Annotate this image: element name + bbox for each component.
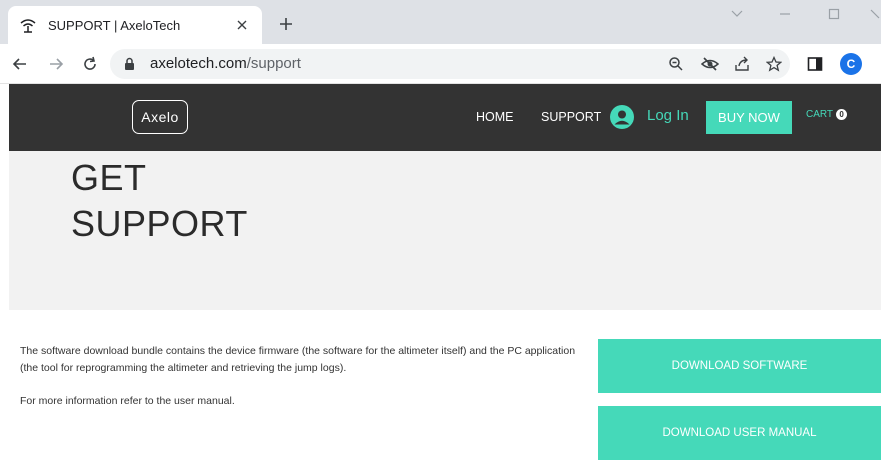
side-panel-icon[interactable] xyxy=(805,54,825,74)
maximize-window-icon[interactable] xyxy=(825,4,843,24)
profile-avatar[interactable]: C xyxy=(840,53,862,75)
user-account-icon[interactable] xyxy=(610,105,634,129)
close-tab-icon[interactable] xyxy=(232,15,252,35)
url-text: axelotech.com/support xyxy=(150,55,301,72)
nav-home-link[interactable]: HOME xyxy=(476,110,514,124)
wifi-signal-icon xyxy=(18,15,38,35)
minimize-window-icon[interactable] xyxy=(776,4,794,24)
login-link[interactable]: Log In xyxy=(647,107,689,124)
cart-label: CART xyxy=(806,109,834,120)
page-title: GET SUPPORT xyxy=(71,157,248,244)
chevron-down-icon[interactable] xyxy=(728,4,746,24)
back-button[interactable] xyxy=(8,52,32,76)
arrow-right-icon xyxy=(50,58,64,70)
reload-button[interactable] xyxy=(78,52,102,76)
tracking-blocked-eye-icon[interactable] xyxy=(700,54,720,74)
site-logo[interactable]: Axelo xyxy=(132,100,188,134)
hero-section: GET SUPPORT xyxy=(9,151,881,310)
url-domain: axelotech.com xyxy=(150,55,247,72)
browser-tab-active[interactable]: SUPPORT | AxeloTech xyxy=(8,6,262,44)
reload-icon xyxy=(84,56,96,70)
bookmark-star-icon[interactable] xyxy=(764,54,784,74)
cart-link[interactable]: CART 0 xyxy=(806,109,848,120)
buy-now-button[interactable]: BUY NOW xyxy=(706,101,792,134)
download-software-button[interactable]: DOWNLOAD SOFTWARE xyxy=(598,339,881,393)
new-tab-button[interactable] xyxy=(272,10,300,38)
manual-reference-paragraph: For more information refer to the user m… xyxy=(20,395,235,407)
share-icon[interactable] xyxy=(732,54,752,74)
browser-tab-bar: SUPPORT | AxeloTech xyxy=(0,0,881,44)
zoom-icon[interactable] xyxy=(666,54,686,74)
download-user-manual-button[interactable]: DOWNLOAD USER MANUAL xyxy=(598,406,881,460)
description-paragraph: The software download bundle contains th… xyxy=(20,345,576,374)
forward-button[interactable] xyxy=(44,52,68,76)
address-bar[interactable]: axelotech.com/support xyxy=(110,49,790,79)
close-window-icon[interactable] xyxy=(868,4,881,24)
browser-toolbar: axelotech.com/support C xyxy=(0,44,881,84)
nav-support-link[interactable]: SUPPORT xyxy=(541,110,601,124)
browser-tab-title: SUPPORT | AxeloTech xyxy=(48,17,181,33)
support-description: The software download bundle contains th… xyxy=(20,343,580,426)
cart-count-badge: 0 xyxy=(836,109,848,120)
site-header: Axelo HOME SUPPORT Log In BUY NOW CART 0 xyxy=(9,84,881,151)
arrow-left-icon xyxy=(12,58,26,70)
lock-icon xyxy=(124,57,135,76)
plus-icon xyxy=(280,18,292,30)
url-path: /support xyxy=(246,55,301,72)
